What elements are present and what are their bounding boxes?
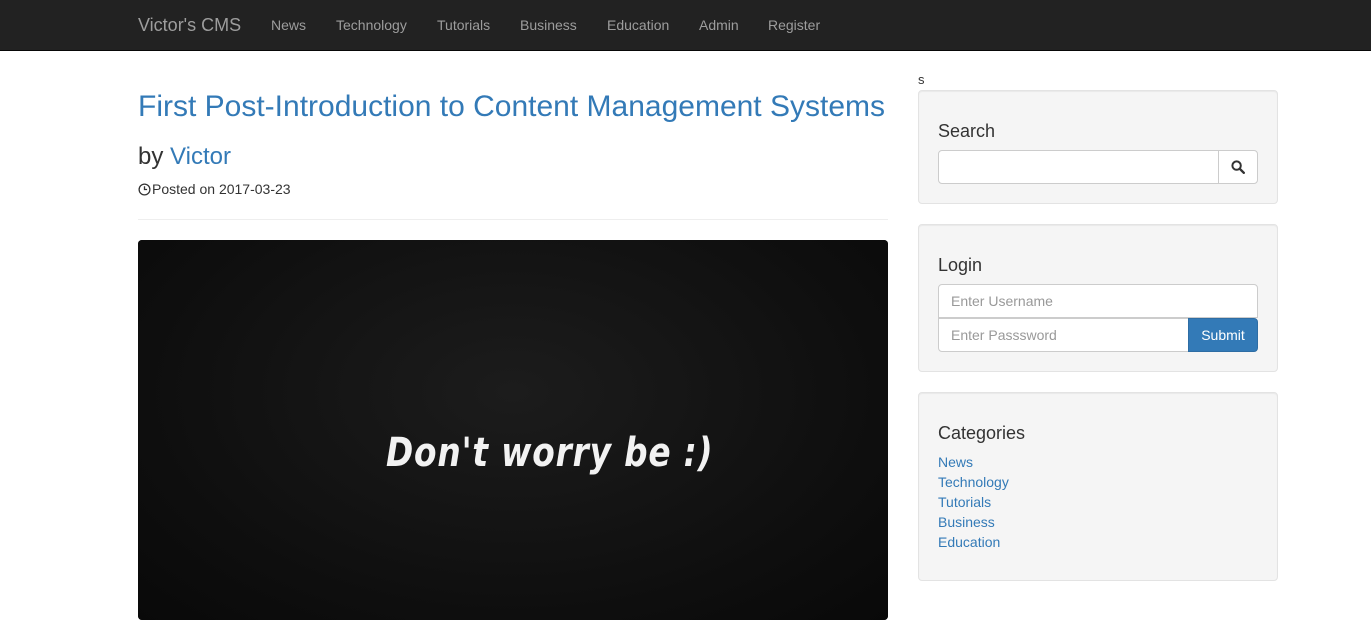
search-widget: Search bbox=[918, 90, 1278, 204]
nav-item-admin[interactable]: Admin bbox=[699, 17, 739, 33]
list-item: Tutorials bbox=[938, 492, 1009, 512]
categories-widget: Categories News Technology Tutorials Bus… bbox=[918, 392, 1278, 581]
search-heading: Search bbox=[938, 121, 996, 141]
category-link-technology[interactable]: Technology bbox=[938, 474, 1009, 490]
categories-heading: Categories bbox=[938, 423, 1026, 443]
post-image-caption: Don't worry be :) bbox=[386, 430, 714, 476]
submit-button[interactable]: Submit bbox=[1188, 318, 1258, 352]
post-divider bbox=[138, 219, 888, 220]
category-link-education[interactable]: Education bbox=[938, 534, 1000, 550]
search-button[interactable] bbox=[1218, 150, 1258, 184]
nav-item-education[interactable]: Education bbox=[607, 17, 669, 33]
category-link-tutorials[interactable]: Tutorials bbox=[938, 494, 991, 510]
login-widget: Login Submit bbox=[918, 224, 1278, 372]
categories-list: News Technology Tutorials Business Educa… bbox=[938, 452, 1009, 552]
stray-text: s bbox=[918, 72, 925, 87]
nav-item-news[interactable]: News bbox=[271, 17, 306, 33]
list-item: Business bbox=[938, 512, 1009, 532]
clock-icon bbox=[138, 182, 151, 196]
post-image: Don't worry be :) bbox=[138, 240, 888, 620]
username-field[interactable] bbox=[938, 284, 1258, 318]
posted-label: Posted on 2017-03-23 bbox=[152, 181, 291, 197]
search-icon bbox=[1231, 160, 1245, 174]
post-byline: by Victor bbox=[138, 142, 231, 172]
login-heading: Login bbox=[938, 255, 983, 275]
nav-item-technology[interactable]: Technology bbox=[336, 17, 407, 33]
category-link-news[interactable]: News bbox=[938, 454, 973, 470]
byline-prefix: by bbox=[138, 143, 164, 170]
nav-item-business[interactable]: Business bbox=[520, 17, 577, 33]
brand-link[interactable]: Victor's CMS bbox=[138, 15, 241, 36]
list-item: News bbox=[938, 452, 1009, 472]
list-item: Technology bbox=[938, 472, 1009, 492]
category-link-business[interactable]: Business bbox=[938, 514, 995, 530]
search-input[interactable] bbox=[938, 150, 1219, 184]
password-field[interactable] bbox=[938, 318, 1189, 352]
author-link[interactable]: Victor bbox=[170, 143, 231, 170]
post-title-link[interactable]: First Post-Introduction to Content Manag… bbox=[138, 89, 885, 125]
list-item: Education bbox=[938, 532, 1009, 552]
post-date: Posted on 2017-03-23 bbox=[138, 181, 291, 197]
top-navbar: Victor's CMS News Technology Tutorials B… bbox=[0, 0, 1371, 51]
nav-item-register[interactable]: Register bbox=[768, 17, 820, 33]
nav-item-tutorials[interactable]: Tutorials bbox=[437, 17, 490, 33]
